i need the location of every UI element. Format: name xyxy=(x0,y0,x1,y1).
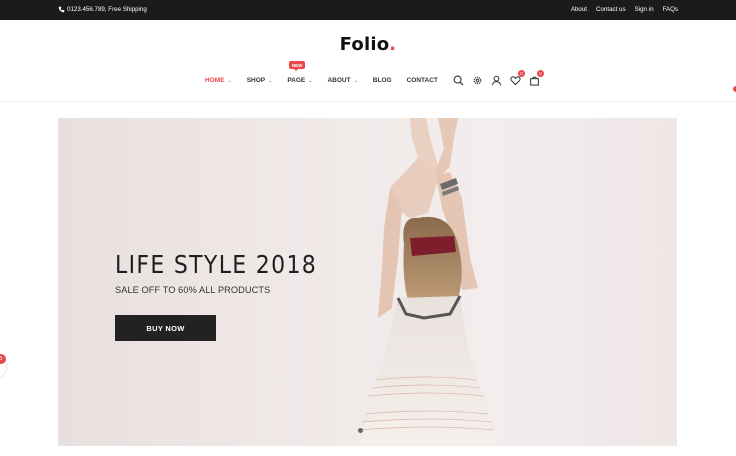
top-bar: 0123.456.789, Free Shipping About Contac… xyxy=(0,0,736,20)
logo-text: Folio xyxy=(339,34,390,55)
contact-text: 0123.456.789, Free Shipping xyxy=(67,6,147,13)
nav-item-blog[interactable]: BLOG xyxy=(373,77,392,84)
link-contact-us[interactable]: Contact us xyxy=(596,6,626,13)
site-header: Folio. HOME ⌄ SHOP ⌄ NEW PAGE ⌄ ABOUT ⌄ … xyxy=(0,20,736,102)
gear-icon[interactable] xyxy=(471,74,483,86)
nav-item-contact[interactable]: CONTACT xyxy=(407,77,438,84)
logo-dot: . xyxy=(389,34,397,55)
hero-title: LIFE STYLE 2018 xyxy=(115,250,318,279)
nav-label-blog: BLOG xyxy=(372,77,392,84)
nav-label-page: PAGE xyxy=(287,77,306,84)
nav-item-shop[interactable]: SHOP ⌄ xyxy=(247,77,273,84)
nav-label-shop: SHOP xyxy=(246,77,266,84)
buy-now-button[interactable]: BUY NOW xyxy=(115,315,216,341)
cart-icon[interactable]: 0 xyxy=(528,70,544,86)
user-icon[interactable] xyxy=(490,74,502,86)
phone-icon xyxy=(58,6,65,13)
hero-banner: LIFE STYLE 2018 SALE OFF TO 60% ALL PROD… xyxy=(58,118,677,446)
search-icon[interactable] xyxy=(452,74,464,86)
nav-label-home: HOME xyxy=(205,77,225,84)
hero-subtitle: SALE OFF TO 60% ALL PRODUCTS xyxy=(115,285,271,295)
contact-info: 0123.456.789, Free Shipping xyxy=(58,6,147,13)
nav-item-about[interactable]: ABOUT ⌄ xyxy=(327,77,357,84)
nav-item-home[interactable]: HOME ⌄ xyxy=(205,77,232,84)
slider-dot-1[interactable] xyxy=(358,428,363,433)
new-badge: NEW xyxy=(289,61,305,71)
link-sign-in[interactable]: Sign in xyxy=(635,6,654,13)
main-nav: HOME ⌄ SHOP ⌄ NEW PAGE ⌄ ABOUT ⌄ BLOG CO… xyxy=(205,61,438,84)
heart-icon[interactable]: 0 xyxy=(509,70,525,86)
link-faqs[interactable]: FAQs xyxy=(663,6,678,13)
link-about[interactable]: About xyxy=(571,6,587,13)
wishlist-count-badge: 0 xyxy=(518,70,525,77)
cart-count-badge: 0 xyxy=(537,70,544,77)
nav-label-contact: CONTACT xyxy=(406,77,438,84)
nav-label-about: ABOUT xyxy=(327,77,351,84)
hero-model-image xyxy=(358,118,498,446)
nav-item-page[interactable]: NEW PAGE ⌄ xyxy=(287,61,313,84)
chevron-down-icon: ⌄ xyxy=(308,77,313,84)
chevron-down-icon: ⌄ xyxy=(227,77,232,84)
chevron-down-icon: ⌄ xyxy=(268,77,273,84)
header-icons: 0 0 xyxy=(452,70,544,86)
chevron-down-icon: ⌄ xyxy=(353,77,358,84)
logo[interactable]: Folio. xyxy=(0,34,736,55)
top-links: About Contact us Sign in FAQs xyxy=(571,6,678,13)
